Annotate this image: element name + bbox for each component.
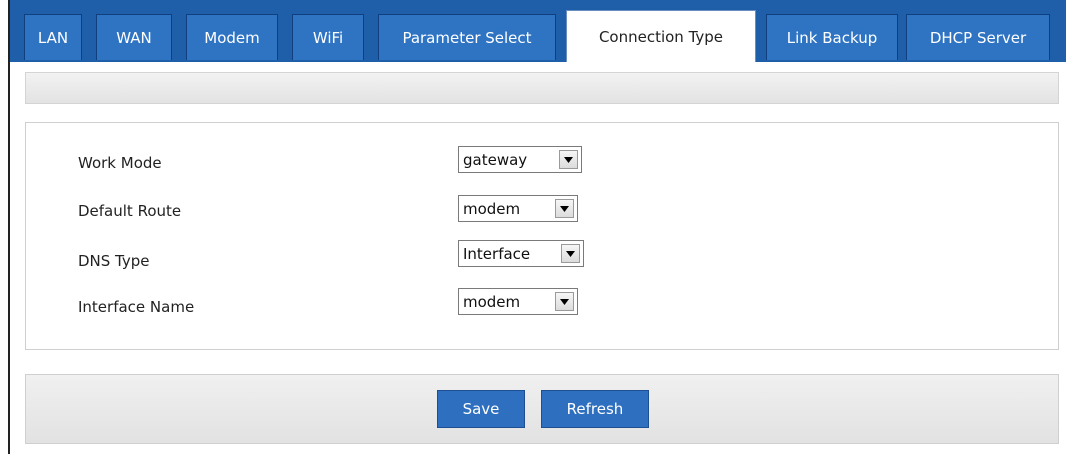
chevron-down-icon	[555, 292, 574, 311]
save-button[interactable]: Save	[437, 390, 525, 428]
tab-label: Connection Type	[598, 27, 724, 46]
tab-bar: LAN WAN Modem WiFi Parameter Select Conn…	[10, 0, 1066, 62]
refresh-button[interactable]: Refresh	[541, 390, 649, 428]
tab-label: Link Backup	[786, 28, 878, 47]
dns-type-label: DNS Type	[78, 252, 150, 270]
tab-lan[interactable]: LAN	[24, 14, 82, 60]
tab-parameter-select[interactable]: Parameter Select	[378, 14, 556, 60]
chevron-down-icon	[559, 150, 578, 169]
interface-name-label: Interface Name	[78, 298, 195, 316]
tab-label: WAN	[116, 28, 152, 47]
dns-type-value: Interface	[463, 244, 531, 263]
tab-label: LAN	[37, 28, 69, 47]
default-route-select[interactable]: modem	[458, 195, 578, 222]
tab-wan[interactable]: WAN	[96, 14, 172, 60]
work-mode-select[interactable]: gateway	[458, 146, 582, 173]
default-route-value: modem	[463, 199, 521, 218]
tab-label: Parameter Select	[402, 28, 532, 47]
tab-wifi[interactable]: WiFi	[292, 14, 364, 60]
tab-label: Modem	[204, 28, 260, 47]
interface-name-value: modem	[463, 292, 521, 311]
work-mode-value: gateway	[463, 150, 528, 169]
tab-label: DHCP Server	[929, 28, 1027, 47]
tab-label: WiFi	[312, 28, 344, 47]
tab-connection-type[interactable]: Connection Type	[566, 10, 756, 62]
chevron-down-icon	[561, 244, 580, 263]
header-bar	[25, 72, 1059, 104]
tab-dhcp-server[interactable]: DHCP Server	[906, 14, 1050, 60]
chevron-down-icon	[555, 199, 574, 218]
work-mode-label: Work Mode	[78, 154, 162, 172]
tab-link-backup[interactable]: Link Backup	[766, 14, 898, 60]
tab-modem[interactable]: Modem	[186, 14, 278, 60]
interface-name-select[interactable]: modem	[458, 288, 578, 315]
default-route-label: Default Route	[78, 202, 182, 220]
dns-type-select[interactable]: Interface	[458, 240, 584, 267]
